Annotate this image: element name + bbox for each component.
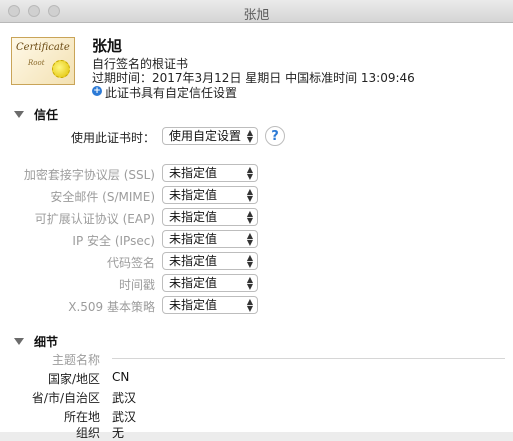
trust-row-value: 未指定值 xyxy=(169,276,218,290)
trust-row-label: IP 安全 (IPsec) xyxy=(72,234,155,248)
help-button[interactable]: ? xyxy=(265,126,285,146)
detail-value: CN xyxy=(112,370,130,384)
window-title: 张旭 xyxy=(243,8,270,23)
trust-row-value: 未指定值 xyxy=(169,232,218,246)
disclosure-triangle-icon xyxy=(14,111,24,118)
detail-value: 无 xyxy=(112,426,125,440)
trust-row-label: 加密套接字协议层 (SSL) xyxy=(23,168,155,182)
certificate-icon-subtext: Root xyxy=(28,59,45,67)
stepper-arrows-icon: ▲ ▼ xyxy=(246,209,253,225)
detail-label: 国家/地区 xyxy=(47,372,100,386)
trust-row-select[interactable]: 未指定值 ▲ ▼ xyxy=(162,296,258,314)
trust-row-value: 未指定值 xyxy=(169,166,218,180)
trust-row-value: 未指定值 xyxy=(169,210,218,224)
stepper-arrows-icon: ▲ ▼ xyxy=(246,128,253,144)
certificate-name: 张旭 xyxy=(92,37,123,55)
trust-row-select[interactable]: 未指定值 ▲ ▼ xyxy=(162,186,258,204)
trust-row-label: 时间戳 xyxy=(118,278,155,292)
details-section-title: 细节 xyxy=(34,335,59,349)
trust-section-title: 信任 xyxy=(34,108,59,122)
trust-row-label: 安全邮件 (S/MIME) xyxy=(50,190,155,204)
stepper-arrows-icon: ▲ ▼ xyxy=(246,275,253,291)
when-using-label: 使用此证书时： xyxy=(70,131,155,145)
stepper-arrows-icon: ▲ ▼ xyxy=(246,187,253,203)
seal-icon xyxy=(52,60,70,78)
trust-section-toggle[interactable]: 信任 xyxy=(14,106,58,123)
subject-name-heading: 主题名称 xyxy=(51,353,100,367)
plus-circle-icon: + xyxy=(92,86,102,96)
certificate-panel: Certificate Root 张旭 自行签名的根证书 过期时间：2017年3… xyxy=(0,23,513,440)
stepper-arrows-icon: ▲ ▼ xyxy=(246,253,253,269)
when-using-select[interactable]: 使用自定设置 ▲ ▼ xyxy=(162,127,258,145)
detail-value: 武汉 xyxy=(112,391,137,405)
certificate-icon-text: Certificate xyxy=(16,42,70,53)
stepper-arrows-icon: ▲ ▼ xyxy=(246,231,253,247)
certificate-icon: Certificate Root xyxy=(11,37,75,85)
disclosure-triangle-icon xyxy=(14,338,24,345)
trust-row-label: X.509 基本策略 xyxy=(68,300,155,314)
trust-note: 此证书具有自定信任设置 xyxy=(105,86,238,100)
trust-row-select[interactable]: 未指定值 ▲ ▼ xyxy=(162,274,258,292)
trust-row-select[interactable]: 未指定值 ▲ ▼ xyxy=(162,208,258,226)
detail-label: 省/市/自治区 xyxy=(31,391,100,405)
trust-row-value: 未指定值 xyxy=(169,298,218,312)
trust-row-select[interactable]: 未指定值 ▲ ▼ xyxy=(162,164,258,182)
trust-row-value: 未指定值 xyxy=(169,254,218,268)
stepper-arrows-icon: ▲ ▼ xyxy=(246,165,253,181)
trust-row-select[interactable]: 未指定值 ▲ ▼ xyxy=(162,252,258,270)
detail-label: 所在地 xyxy=(63,410,100,424)
title-bar: 张旭 xyxy=(0,0,513,23)
when-using-value: 使用自定设置 xyxy=(169,129,242,143)
trust-row-label: 可扩展认证协议 (EAP) xyxy=(34,212,155,226)
subject-divider xyxy=(112,358,505,359)
detail-value: 武汉 xyxy=(112,410,137,424)
detail-label: 组织 xyxy=(75,426,100,440)
trust-row-value: 未指定值 xyxy=(169,188,218,202)
details-section-toggle[interactable]: 细节 xyxy=(14,333,58,350)
stepper-arrows-icon: ▲ ▼ xyxy=(246,297,253,313)
trust-row-select[interactable]: 未指定值 ▲ ▼ xyxy=(162,230,258,248)
trust-row-label: 代码签名 xyxy=(106,256,155,270)
